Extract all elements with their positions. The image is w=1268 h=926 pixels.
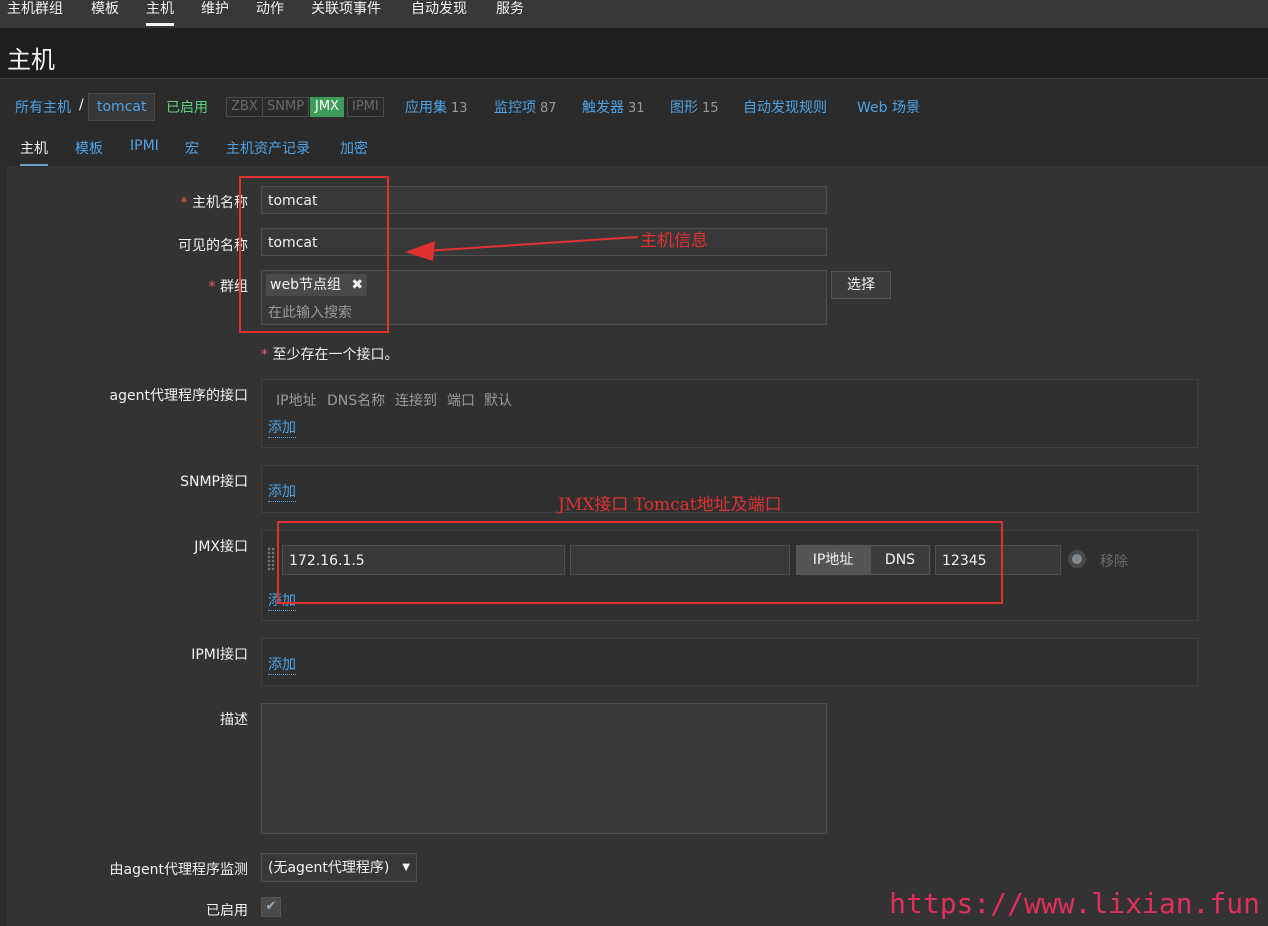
annotation-jmx-info: JMX接口 Tomcat地址及端口 — [558, 495, 782, 515]
link-web-scenarios[interactable]: Web 场景 — [857, 97, 920, 117]
agent-header-ip: IP地址 — [276, 393, 317, 409]
link-items[interactable]: 监控项 87 — [494, 97, 557, 117]
snmp-label: SNMP接口 — [180, 474, 248, 490]
annotation-box-jmx — [277, 521, 1003, 604]
watermark: https://www.lixian.fun — [889, 887, 1260, 920]
ipmi-box: 添加 — [261, 638, 1198, 686]
proxy-select-value: (无agent代理程序) — [268, 860, 390, 876]
tab-templates[interactable]: 模板 — [75, 138, 103, 164]
tab-encryption[interactable]: 加密 — [340, 138, 368, 164]
required-note: * 至少存在一个接口。 — [261, 347, 399, 363]
status-tag-snmp: SNMP — [262, 97, 310, 117]
tab-ipmi[interactable]: IPMI — [130, 138, 159, 164]
status-tag-jmx: JMX — [310, 97, 344, 117]
visible-name-label: 可见的名称 — [178, 238, 248, 254]
status-enabled[interactable]: 已启用 — [166, 97, 208, 117]
link-graphs[interactable]: 图形 15 — [670, 97, 719, 117]
jmx-label: JMX接口 — [194, 539, 248, 555]
annotation-arrow-icon — [405, 236, 639, 261]
status-tag-zbx: ZBX — [226, 97, 263, 117]
check-icon: ✔ — [265, 899, 277, 914]
nav-discovery[interactable]: 自动发现 — [411, 0, 467, 26]
page-header: 主机 — [0, 28, 1268, 79]
tab-bar: 主机 模板 IPMI 宏 主机资产记录 加密 — [7, 128, 1268, 167]
agent-header-default: 默认 — [484, 393, 512, 409]
nav-actions[interactable]: 动作 — [256, 0, 284, 26]
agent-header-dns: DNS名称 — [327, 393, 386, 409]
groups-label: * 群组 — [208, 279, 248, 295]
agent-header-connect: 连接到 — [395, 393, 437, 409]
remove-link[interactable]: 移除 — [1100, 551, 1128, 571]
link-applications[interactable]: 应用集 13 — [405, 97, 468, 117]
breadcrumb-host[interactable]: tomcat — [88, 93, 156, 121]
tab-inventory[interactable]: 主机资产记录 — [226, 138, 310, 164]
ipmi-add-link[interactable]: 添加 — [268, 654, 296, 675]
status-tag-ipmi: IPMI — [347, 97, 384, 117]
nav-maintenance[interactable]: 维护 — [201, 0, 229, 26]
nav-templates[interactable]: 模板 — [91, 0, 119, 26]
enabled-checkbox[interactable]: ✔ — [261, 897, 281, 917]
ipmi-label: IPMI接口 — [191, 647, 248, 663]
proxy-select[interactable]: (无agent代理程序) ▼ — [261, 853, 417, 882]
proxy-label: 由agent代理程序监测 — [109, 862, 248, 878]
snmp-add-link[interactable]: 添加 — [268, 481, 296, 502]
chevron-down-icon: ▼ — [402, 862, 410, 873]
link-triggers[interactable]: 触发器 31 — [582, 97, 645, 117]
nav-hosts[interactable]: 主机 — [146, 0, 174, 26]
drag-handle-icon[interactable] — [267, 547, 275, 571]
breadcrumb-separator: / — [79, 97, 84, 113]
enabled-label: 已启用 — [206, 903, 248, 919]
agent-interfaces-label: agent代理程序的接口 — [109, 388, 248, 404]
nav-services[interactable]: 服务 — [496, 0, 524, 26]
default-radio[interactable] — [1068, 550, 1086, 568]
page-title: 主机 — [7, 46, 55, 74]
annotation-box-host-info — [239, 176, 389, 333]
select-button[interactable]: 选择 — [831, 271, 891, 299]
nav-host-groups[interactable]: 主机群组 — [7, 0, 63, 26]
agent-interfaces-box: IP地址 DNS名称 连接到 端口 默认 添加 — [261, 379, 1198, 448]
link-discovery-rules[interactable]: 自动发现规则 — [743, 97, 827, 117]
annotation-host-info: 主机信息 — [640, 231, 708, 251]
agent-add-link[interactable]: 添加 — [268, 417, 296, 438]
host-name-label: * 主机名称 — [180, 195, 248, 211]
description-textarea[interactable] — [261, 703, 827, 834]
nav-correlation[interactable]: 关联项事件 — [311, 0, 381, 26]
top-navigation: 主机群组 模板 主机 维护 动作 关联项事件 自动发现 服务 — [0, 0, 1268, 29]
tab-macros[interactable]: 宏 — [185, 138, 199, 164]
description-label: 描述 — [220, 712, 248, 728]
tab-host[interactable]: 主机 — [20, 138, 48, 167]
breadcrumb-all-hosts[interactable]: 所有主机 — [15, 97, 71, 117]
agent-header-port: 端口 — [447, 393, 475, 409]
